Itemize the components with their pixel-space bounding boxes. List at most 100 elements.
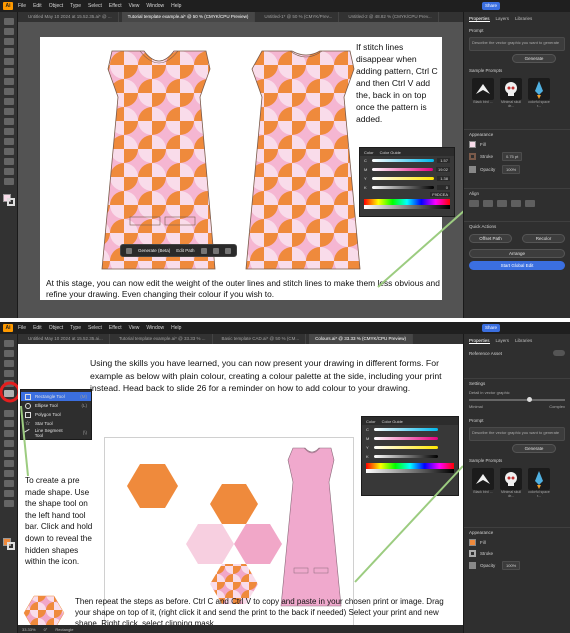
magenta-slider-row[interactable]: M 19.02 [360,165,454,174]
black-slider-row[interactable]: K [362,452,458,461]
menu-type[interactable]: Type [70,3,81,9]
sample-bird-thumbnail[interactable] [472,468,494,490]
rotate-tool-icon[interactable] [4,440,14,447]
lock-icon[interactable] [200,247,207,254]
selection-tool-icon[interactable] [4,18,14,25]
menu-help[interactable]: Help [171,3,181,9]
stroke-swatch[interactable] [469,153,476,160]
sample-bird-thumbnail[interactable] [472,78,494,100]
scale-tool-icon[interactable] [4,128,14,135]
color-tab[interactable]: Color [364,150,374,155]
stroke-row[interactable]: Stroke 0.75 pt [464,150,570,163]
align-left-icon[interactable] [469,200,479,207]
fill-row[interactable]: Fill [464,537,570,548]
edit-path-button[interactable]: Edit Path [176,248,194,253]
sample-rocket-thumbnail[interactable] [528,78,550,100]
align-right-icon[interactable] [497,200,507,207]
dress-front[interactable] [101,50,216,270]
generate-button[interactable]: Generate [512,54,556,63]
document-tab-active[interactable]: Colours.ai* @ 33.33 % (CMYK/CPU Preview) [309,334,413,344]
menu-window[interactable]: Window [146,3,164,9]
eraser-tool-icon[interactable] [4,430,14,437]
hex-value[interactable]: F9DCEA [430,192,450,197]
document-tab[interactable]: Untitled-2 @ 48.82 % (CMYK/CPU Prev... [342,12,439,22]
prompt-input[interactable]: Describe the vector graphic you want to … [469,37,565,51]
pen-tool-icon[interactable] [4,360,14,367]
direct-selection-tool-icon[interactable] [4,28,14,35]
menu-select[interactable]: Select [88,3,102,9]
black-slider-row[interactable]: K 0 [360,183,454,192]
yellow-slider-row[interactable]: Y 1.38 [360,174,454,183]
hexagon-light-pink[interactable] [186,524,234,564]
zoom-level[interactable]: 33.33% [22,627,36,632]
menu-effect[interactable]: Effect [109,325,122,331]
properties-tab[interactable]: Properties [469,338,490,344]
hexagon-orange-large[interactable] [127,464,178,508]
menu-object[interactable]: Object [49,325,63,331]
shape-builder-tool-icon[interactable] [4,470,14,477]
pencil-tool-icon[interactable] [4,98,14,105]
opacity-row[interactable]: Opacity 100% [464,559,570,572]
menu-edit[interactable]: Edit [33,325,42,331]
paintbrush-tool-icon[interactable] [4,410,14,417]
recolor-button[interactable]: Recolor [522,234,565,243]
generate-button[interactable]: Generate [512,444,556,453]
properties-tab[interactable]: Properties [469,16,490,22]
fill-swatch[interactable] [469,141,476,148]
menu-file[interactable]: File [18,3,26,9]
document-tab[interactable]: Basic template CAD.ai* @ 50 % (CM... [216,334,307,344]
detail-slider[interactable] [469,397,565,402]
document-tab[interactable]: Untitled May 10 2024 at 15.52.35.ai* @ .… [22,12,119,22]
scale-tool-icon[interactable] [4,450,14,457]
line-tool-icon[interactable] [4,68,14,75]
hexagon-orange[interactable] [210,484,258,524]
align-middle-icon[interactable] [525,200,535,207]
menu-window[interactable]: Window [146,325,164,331]
color-tab[interactable]: Color [366,419,376,424]
document-tab-active[interactable]: Tutorial template example.ai* @ 50 % (CM… [121,12,256,22]
stroke-row[interactable]: Stroke [464,548,570,559]
arrange-button[interactable]: Arrange [469,249,565,258]
stroke-swatch[interactable] [469,550,476,557]
eyedropper-tool-icon[interactable] [4,480,14,487]
libraries-tab[interactable]: Libraries [515,16,532,22]
share-button[interactable]: Share [482,324,500,332]
rectangle-tool-item[interactable]: Rectangle Tool (M) [21,392,91,401]
width-tool-icon[interactable] [4,138,14,145]
duplicate-icon[interactable] [212,247,219,254]
share-button[interactable]: Share [482,2,500,10]
eyedropper-tool-icon[interactable] [4,158,14,165]
opacity-field[interactable]: 100% [502,165,521,174]
drag-handle-icon[interactable] [126,247,132,254]
menu-edit[interactable]: Edit [33,3,42,9]
hand-tool-icon[interactable] [4,168,14,175]
dress-plain-colour[interactable] [280,447,342,607]
eraser-tool-icon[interactable] [4,108,14,115]
prompt-input[interactable]: Describe the vector graphic you want to … [469,427,565,441]
shape-builder-tool-icon[interactable] [4,148,14,155]
more-options-icon[interactable] [224,247,231,254]
layers-tab[interactable]: Layers [496,338,510,344]
hexagon-pink[interactable] [234,524,282,564]
stroke-weight-field[interactable]: 0.75 pt [502,152,523,161]
curvature-tool-icon[interactable] [4,370,14,377]
menu-view[interactable]: View [129,325,140,331]
sample-skull-thumbnail[interactable] [500,468,522,490]
paintbrush-tool-icon[interactable] [4,88,14,95]
pencil-tool-icon[interactable] [4,420,14,427]
libraries-tab[interactable]: Libraries [515,338,532,344]
menu-object[interactable]: Object [49,3,63,9]
fill-row[interactable]: Fill [464,139,570,150]
zoom-tool-icon[interactable] [4,178,14,185]
yellow-slider-row[interactable]: Y [362,443,458,452]
menu-help[interactable]: Help [171,325,181,331]
menu-view[interactable]: View [129,3,140,9]
type-tool-icon[interactable] [4,58,14,65]
sample-skull-thumbnail[interactable] [500,78,522,100]
opacity-row[interactable]: Opacity 100% [464,163,570,176]
sample-rocket-thumbnail[interactable] [528,468,550,490]
generate-beta-button[interactable]: Generate (Beta) [138,248,170,253]
stroke-swatch[interactable] [7,542,15,550]
zoom-tool-icon[interactable] [4,500,14,507]
stroke-swatch[interactable] [7,198,15,206]
